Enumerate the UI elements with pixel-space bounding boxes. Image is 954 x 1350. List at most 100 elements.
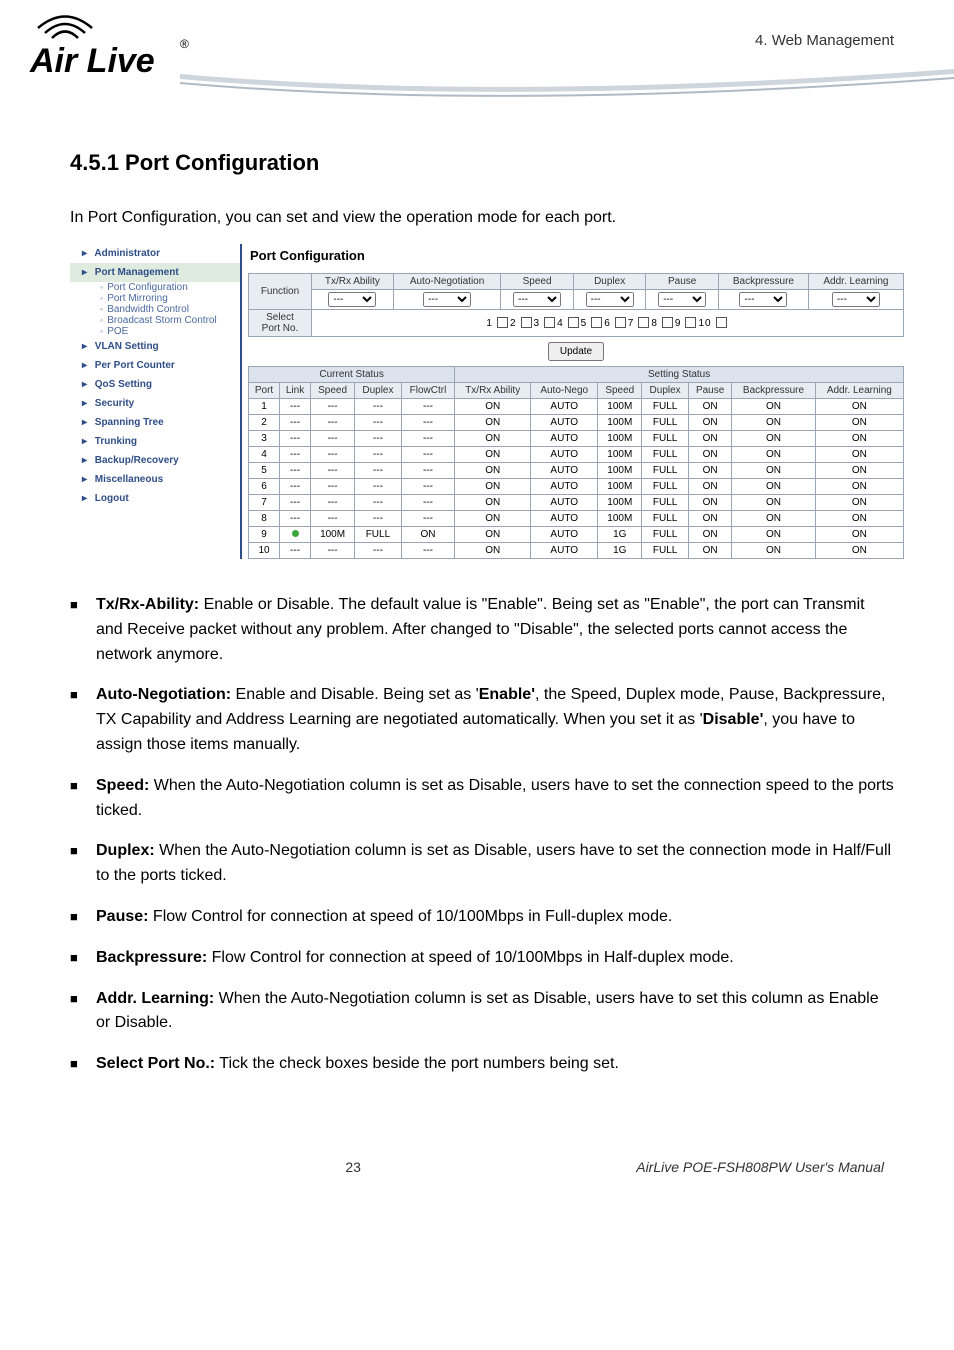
cell: ON bbox=[455, 463, 531, 479]
cell: AUTO bbox=[531, 543, 598, 559]
function-select-6[interactable]: --- bbox=[832, 292, 880, 307]
table-row: 5------------ONAUTO100MFULLONONON bbox=[249, 463, 904, 479]
port-checkbox-7[interactable] bbox=[638, 317, 649, 328]
function-select-3[interactable]: --- bbox=[586, 292, 634, 307]
sidebar-item-security[interactable]: ▸ Security bbox=[70, 394, 240, 413]
chevron-right-icon: ▸ bbox=[82, 493, 92, 504]
cell: FULL bbox=[642, 543, 689, 559]
sidebar-item-vlan-setting[interactable]: ▸ VLAN Setting bbox=[70, 337, 240, 356]
cell: 100M bbox=[598, 415, 642, 431]
port-checkbox-4[interactable] bbox=[568, 317, 579, 328]
cell: ON bbox=[732, 447, 815, 463]
status-header-10: Backpressure bbox=[732, 383, 815, 399]
sidebar-subitem-3[interactable]: ◦Broadcast Storm Control bbox=[70, 315, 240, 326]
cell: 2 bbox=[249, 415, 280, 431]
function-select-2[interactable]: --- bbox=[513, 292, 561, 307]
cell: ON bbox=[688, 447, 731, 463]
cell: ON bbox=[815, 527, 903, 543]
logo: Air Live ® bbox=[20, 10, 190, 85]
cell: 100M bbox=[598, 399, 642, 415]
sidebar-item-logout[interactable]: ▸ Logout bbox=[70, 489, 240, 508]
cell: --- bbox=[355, 543, 402, 559]
setting-status-header: Setting Status bbox=[455, 367, 904, 383]
description-list: Tx/Rx-Ability: Enable or Disable. The de… bbox=[70, 593, 904, 1077]
cell: AUTO bbox=[531, 415, 598, 431]
select-port-label: Select Port No. bbox=[249, 310, 312, 337]
cell: ON bbox=[732, 431, 815, 447]
cell: ON bbox=[688, 399, 731, 415]
sidebar-subitem-4[interactable]: ◦POE bbox=[70, 326, 240, 337]
port-checkbox-6[interactable] bbox=[615, 317, 626, 328]
cell: ON bbox=[455, 399, 531, 415]
port-checkbox-3[interactable] bbox=[544, 317, 555, 328]
sidebar-item-trunking[interactable]: ▸ Trunking bbox=[70, 432, 240, 451]
cell: --- bbox=[311, 463, 355, 479]
cell: ON bbox=[688, 463, 731, 479]
table-row: 4------------ONAUTO100MFULLONONON bbox=[249, 447, 904, 463]
chevron-right-icon: ▸ bbox=[82, 341, 92, 352]
function-select-1[interactable]: --- bbox=[423, 292, 471, 307]
sidebar-item-qos-setting[interactable]: ▸ QoS Setting bbox=[70, 375, 240, 394]
cell: --- bbox=[401, 463, 454, 479]
port-checkbox-2[interactable] bbox=[521, 317, 532, 328]
sidebar-subitem-2[interactable]: ◦Bandwidth Control bbox=[70, 304, 240, 315]
cell: --- bbox=[311, 543, 355, 559]
cell: --- bbox=[401, 495, 454, 511]
cell: FULL bbox=[642, 415, 689, 431]
cell: 5 bbox=[249, 463, 280, 479]
cell: --- bbox=[280, 495, 311, 511]
cell: ON bbox=[455, 527, 531, 543]
sidebar-item-backup-recovery[interactable]: ▸ Backup/Recovery bbox=[70, 451, 240, 470]
chevron-right-icon: ▸ bbox=[82, 248, 92, 259]
sidebar-item-port-management[interactable]: ▸ Port Management bbox=[70, 263, 240, 282]
cell: 9 bbox=[249, 527, 280, 543]
cell: --- bbox=[355, 399, 402, 415]
port-number-label-5: 5 bbox=[581, 318, 588, 329]
chevron-right-icon: ▸ bbox=[82, 455, 92, 466]
chevron-right-icon: ▸ bbox=[82, 474, 92, 485]
sidebar-item-per-port-counter[interactable]: ▸ Per Port Counter bbox=[70, 356, 240, 375]
update-button[interactable]: Update bbox=[548, 342, 604, 361]
function-select-4[interactable]: --- bbox=[658, 292, 706, 307]
sidebar-item-administrator[interactable]: ▸ Administrator bbox=[70, 244, 240, 263]
cell: 4 bbox=[249, 447, 280, 463]
status-header-6: Auto-Nego bbox=[531, 383, 598, 399]
port-number-label-1: 1 bbox=[486, 318, 493, 329]
cell: ON bbox=[455, 415, 531, 431]
cell: --- bbox=[311, 495, 355, 511]
port-checkbox-1[interactable] bbox=[497, 317, 508, 328]
cell: ON bbox=[688, 415, 731, 431]
port-number-label-3: 3 bbox=[534, 318, 541, 329]
cell: ON bbox=[688, 431, 731, 447]
sidebar-item-miscellaneous[interactable]: ▸ Miscellaneous bbox=[70, 470, 240, 489]
function-select-5[interactable]: --- bbox=[739, 292, 787, 307]
item-backpressure: Backpressure: Flow Control for connectio… bbox=[70, 946, 894, 971]
cell: --- bbox=[401, 431, 454, 447]
cell: 100M bbox=[598, 495, 642, 511]
sidebar-subitem-1[interactable]: ◦Port Mirroring bbox=[70, 293, 240, 304]
table-row: 1------------ONAUTO100MFULLONONON bbox=[249, 399, 904, 415]
cell: FULL bbox=[642, 495, 689, 511]
cell: 100M bbox=[311, 527, 355, 543]
col-txrx: Tx/Rx Ability bbox=[312, 274, 394, 290]
table-row: 10------------ONAUTO1GFULLONONON bbox=[249, 543, 904, 559]
col-bp: Backpressure bbox=[718, 274, 808, 290]
port-checkbox-9[interactable] bbox=[685, 317, 696, 328]
cell: AUTO bbox=[531, 399, 598, 415]
cell: --- bbox=[355, 495, 402, 511]
port-checkbox-8[interactable] bbox=[662, 317, 673, 328]
page-footer: 23 AirLive POE-FSH808PW User's Manual bbox=[0, 1133, 954, 1205]
function-select-0[interactable]: --- bbox=[328, 292, 376, 307]
sidebar-subitem-0[interactable]: ◦Port Configuration bbox=[70, 282, 240, 293]
port-checkbox-10[interactable] bbox=[716, 317, 727, 328]
cell: AUTO bbox=[531, 527, 598, 543]
col-pause: Pause bbox=[646, 274, 719, 290]
sidebar-item-spanning-tree[interactable]: ▸ Spanning Tree bbox=[70, 413, 240, 432]
port-checkbox-5[interactable] bbox=[591, 317, 602, 328]
cell: FULL bbox=[642, 431, 689, 447]
status-header-8: Duplex bbox=[642, 383, 689, 399]
cell: ON bbox=[455, 447, 531, 463]
item-addr-text: When the Auto-Negotiation column is set … bbox=[96, 990, 879, 1032]
cell: 100M bbox=[598, 463, 642, 479]
cell: ON bbox=[688, 479, 731, 495]
